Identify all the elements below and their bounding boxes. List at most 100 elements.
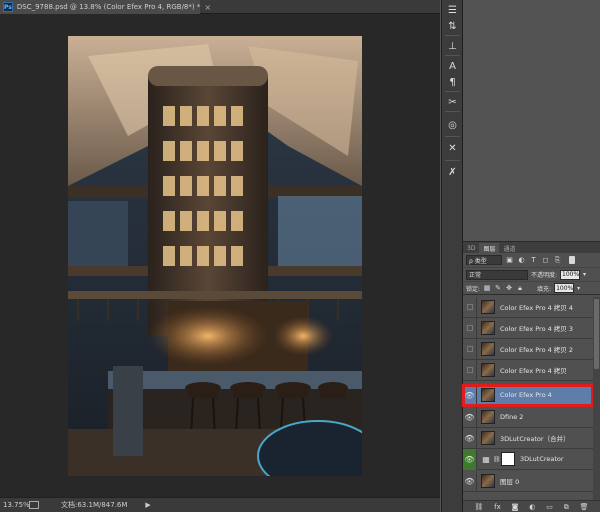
layer-style-icon[interactable]: fx (494, 503, 501, 511)
layer-thumbnail (481, 474, 495, 488)
swirl-icon[interactable]: ◎ (444, 117, 461, 133)
fill-field[interactable]: 100% (554, 283, 575, 293)
document-window: Ps DSC_9788.psd @ 13.8% (Color Efex Pro … (0, 0, 440, 512)
smart-object-filter-icon[interactable]: ⎘ (553, 255, 562, 265)
visibility-toggle[interactable] (463, 296, 477, 318)
image-canvas[interactable] (68, 36, 362, 476)
lock-row: 锁定: ▦ ✎ ✥ 🔒︎ 填充: 100% ▾ (463, 281, 600, 295)
layer-row[interactable]: 👁︎ ▦ ⛓ 3DLutCreator (463, 448, 593, 470)
adjustment-layer-icon: ▦ (482, 454, 490, 464)
layer-row[interactable]: Color Efex Pro 4 拷贝 2 (463, 338, 593, 360)
stamp-icon[interactable]: ⊥ (444, 38, 461, 54)
layer-name: Dfine 2 (500, 413, 524, 421)
layer-name: 图层 0 (500, 478, 520, 486)
delete-layer-icon[interactable]: 🗑︎ (580, 503, 589, 511)
close-tab-icon[interactable]: × (204, 3, 211, 12)
layer-name: 3DLutCreator（合并） (500, 435, 570, 443)
layers-panel: 3D 图层 通道 ρ 类型 ▣ ◐ T ◻ ⎘ 正常 不透明度: 100% ▾ … (462, 241, 600, 512)
layer-row[interactable]: 👁︎ Dfine 2 (463, 406, 593, 428)
history-icon[interactable]: ☰ (444, 2, 461, 18)
layer-name: 3DLutCreator (520, 455, 564, 463)
layer-name: Color Efex Pro 4 拷贝 (500, 367, 567, 375)
status-bar: 13.75% 文档:63.1M/847.6M ▶ (0, 497, 440, 512)
character-icon[interactable]: A (444, 58, 461, 74)
layer-name: Color Efex Pro 4 拷贝 2 (500, 346, 574, 354)
new-layer-icon[interactable]: ⧉ (564, 503, 569, 512)
filter-kind-select[interactable]: ρ 类型 (466, 255, 502, 265)
layer-thumbnail (481, 431, 495, 445)
visibility-toggle[interactable] (463, 317, 477, 339)
empty-panel-area (463, 0, 600, 240)
layer-row-selected[interactable]: 👁︎ Color Efex Pro 4 (462, 384, 594, 407)
eye-icon[interactable]: 👁︎ (463, 384, 477, 406)
fill-dropdown-icon[interactable]: ▾ (577, 285, 580, 292)
layer-thumbnail (481, 363, 495, 377)
photoshop-logo-icon: Ps (3, 2, 13, 12)
transform-icon[interactable]: ✕ (444, 140, 461, 156)
layer-thumbnail (481, 321, 495, 335)
new-adjustment-icon[interactable]: ◐ (529, 503, 535, 511)
lock-paint-icon[interactable]: ✎ (494, 284, 502, 293)
layer-row[interactable]: Color Efex Pro 4 拷贝 (463, 359, 593, 381)
status-menu-arrow-icon[interactable]: ▶ (145, 501, 150, 509)
layer-name: Color Efex Pro 4 拷贝 3 (500, 325, 574, 333)
layer-thumbnail (481, 342, 495, 356)
fill-label: 填充: (537, 285, 552, 293)
opacity-label: 不透明度: (531, 272, 558, 279)
opacity-dropdown-icon[interactable]: ▾ (583, 271, 586, 278)
layer-name: Color Efex Pro 4 拷贝 4 (500, 304, 574, 312)
tools-icon[interactable]: ✂ (444, 94, 461, 110)
cross-tool-icon[interactable]: ✗ (444, 164, 461, 180)
layer-thumbnail (481, 410, 495, 424)
right-panel: 3D 图层 通道 ρ 类型 ▣ ◐ T ◻ ⎘ 正常 不透明度: 100% ▾ … (462, 0, 600, 512)
layer-row[interactable]: 👁︎ 图层 0 (463, 470, 593, 492)
lock-transparent-icon[interactable]: ▦ (483, 284, 491, 293)
visibility-toggle[interactable] (463, 338, 477, 360)
adjustment-filter-icon[interactable]: ◐ (517, 255, 526, 265)
eye-icon[interactable]: 👁︎ (463, 470, 477, 492)
layers-scrollbar[interactable] (593, 297, 600, 502)
blend-mode-select[interactable]: 正常 (466, 269, 528, 280)
document-tab[interactable]: Ps DSC_9788.psd @ 13.8% (Color Efex Pro … (0, 0, 211, 14)
paragraph-icon[interactable]: ¶ (444, 74, 461, 90)
zoom-level[interactable]: 13.75% (3, 501, 30, 509)
panel-icon-strip: ☰ ⇅ ⊥ A ¶ ✂ ◎ ✕ ✗ (441, 0, 463, 512)
eye-icon[interactable]: 👁︎ (463, 448, 477, 470)
layer-row[interactable]: 👁︎ 3DLutCreator（合并） (463, 427, 593, 449)
eye-icon[interactable]: 👁︎ (463, 427, 477, 449)
adjust-icon[interactable]: ⇅ (444, 18, 461, 34)
lock-all-icon[interactable]: 🔒︎ (516, 284, 524, 293)
panel-tabs: 3D 图层 通道 (463, 242, 600, 253)
new-group-icon[interactable]: ▭ (546, 503, 553, 511)
layer-thumbnail (481, 388, 495, 402)
lock-label: 锁定: (466, 285, 481, 293)
layer-mask-thumbnail[interactable] (501, 452, 515, 466)
tab-3d[interactable]: 3D (463, 243, 479, 253)
tab-channels[interactable]: 通道 (499, 243, 519, 253)
lock-position-icon[interactable]: ✥ (505, 284, 513, 293)
visibility-toggle[interactable] (463, 359, 477, 381)
scroll-thumb[interactable] (594, 299, 599, 369)
layer-thumbnail (481, 300, 495, 314)
link-layers-icon[interactable]: ⛓ (474, 503, 483, 511)
library-bar-photo (68, 36, 362, 476)
add-mask-icon[interactable]: ◙ (512, 503, 519, 511)
shape-filter-icon[interactable]: ◻ (541, 255, 550, 265)
layer-filter-row: ρ 类型 ▣ ◐ T ◻ ⎘ (463, 253, 600, 267)
layers-list: Color Efex Pro 4 拷贝 4 Color Efex Pro 4 拷… (462, 296, 594, 502)
eye-icon[interactable]: 👁︎ (463, 406, 477, 428)
layer-row[interactable]: Color Efex Pro 4 拷贝 4 (463, 296, 593, 318)
document-size: 文档:63.1M/847.6M (61, 501, 128, 509)
blend-row: 正常 不透明度: 100% ▾ (463, 267, 600, 281)
layer-row[interactable]: Color Efex Pro 4 拷贝 3 (463, 317, 593, 339)
tab-layers[interactable]: 图层 (479, 243, 500, 253)
opacity-field[interactable]: 100% (560, 269, 581, 280)
layers-footer: ⛓ fx ◙ ◐ ▭ ⧉ 🗑︎ (463, 500, 600, 512)
filter-toggle[interactable] (569, 256, 575, 264)
pixel-filter-icon[interactable]: ▣ (505, 255, 514, 265)
type-filter-icon[interactable]: T (529, 255, 538, 265)
export-icon[interactable] (29, 501, 39, 509)
document-title: DSC_9788.psd @ 13.8% (Color Efex Pro 4, … (16, 3, 201, 11)
layer-name: Color Efex Pro 4 (500, 391, 552, 399)
document-tab-bar: Ps DSC_9788.psd @ 13.8% (Color Efex Pro … (0, 0, 440, 14)
